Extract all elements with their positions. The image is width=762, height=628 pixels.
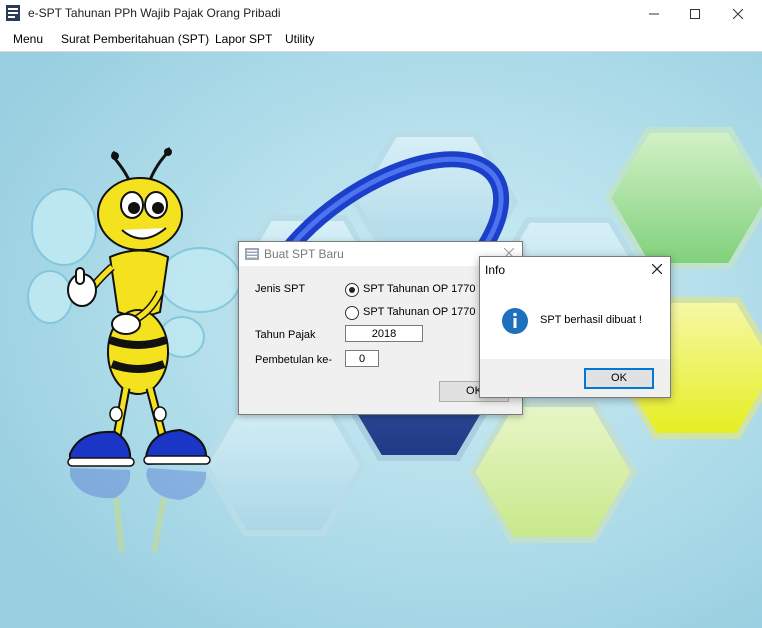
option-spt-1770-label[interactable]: SPT Tahunan OP 1770 — [363, 283, 476, 295]
info-icon — [502, 308, 528, 334]
info-dialog-footer: OK — [480, 359, 670, 397]
info-dialog-title: Info — [485, 263, 506, 277]
dialog-title: Buat SPT Baru — [264, 247, 344, 261]
minimize-icon — [649, 13, 659, 14]
close-button[interactable] — [718, 0, 758, 27]
tahun-pajak-label: Tahun Pajak — [255, 329, 316, 341]
radio-spt-1770s[interactable] — [345, 306, 359, 320]
menu-item-menu[interactable]: Menu — [13, 32, 43, 46]
info-message: SPT berhasil dibuat ! — [540, 314, 642, 326]
pembetulan-input[interactable]: 0 — [345, 350, 379, 367]
menu-bar: Menu Surat Pemberitahuan (SPT) Lapor SPT… — [0, 27, 762, 52]
menu-item-lapor-spt[interactable]: Lapor SPT — [215, 32, 272, 46]
info-dialog: Info SPT berhasil dibuat ! OK — [479, 256, 671, 398]
close-icon — [733, 8, 743, 19]
maximize-button[interactable] — [675, 0, 715, 27]
pembetulan-label: Pembetulan ke- — [255, 354, 333, 366]
info-ok-button[interactable]: OK — [584, 368, 654, 389]
dialog-app-icon — [245, 248, 259, 260]
window-title-bar: e-SPT Tahunan PPh Wajib Pajak Orang Prib… — [0, 0, 762, 27]
menu-item-spt[interactable]: Surat Pemberitahuan (SPT) — [61, 32, 209, 46]
jenis-spt-label: Jenis SPT — [255, 283, 306, 295]
maximize-icon — [690, 8, 700, 19]
app-icon — [6, 5, 20, 21]
minimize-button[interactable] — [634, 0, 674, 27]
window-title: e-SPT Tahunan PPh Wajib Pajak Orang Prib… — [28, 6, 281, 20]
option-spt-1770s-label[interactable]: SPT Tahunan OP 1770 S — [363, 306, 486, 318]
tahun-pajak-input[interactable]: 2018 — [345, 325, 423, 342]
menu-item-utility[interactable]: Utility — [285, 32, 314, 46]
radio-spt-1770[interactable] — [345, 283, 359, 297]
close-icon[interactable] — [652, 264, 662, 274]
